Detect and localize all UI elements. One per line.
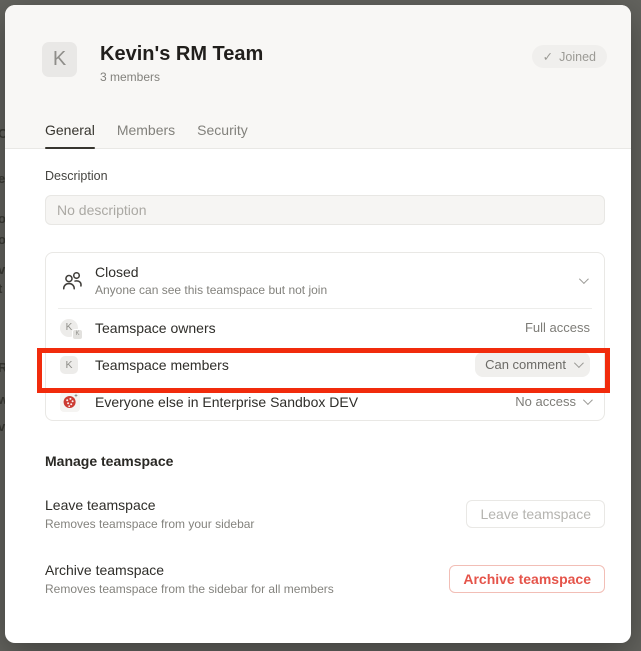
archive-teamspace-text: Archive teamspace Removes teamspace from…	[45, 561, 334, 596]
modal-header: K Kevin's RM Team 3 members ✓ Joined Gen…	[5, 5, 631, 149]
description-label: Description	[45, 169, 605, 185]
archive-teamspace-item: Archive teamspace Removes teamspace from…	[45, 561, 605, 596]
everyone-access-text: No access	[515, 394, 576, 409]
tab-bar: General Members Security	[45, 122, 248, 148]
owners-access-text: Full access	[525, 320, 590, 335]
owner-avatar-badge: K	[72, 329, 83, 340]
permission-level-row[interactable]: Closed Anyone can see this teamspace but…	[46, 253, 604, 308]
description-input[interactable]	[45, 195, 605, 225]
teamspace-settings-modal: K Kevin's RM Team 3 members ✓ Joined Gen…	[5, 5, 631, 643]
permission-level-title: Closed	[95, 264, 327, 280]
everyone-else-row: Everyone else in Enterprise Sandbox DEV …	[46, 383, 604, 420]
archive-teamspace-subtitle: Removes teamspace from the sidebar for a…	[45, 582, 334, 596]
permission-level-text: Closed Anyone can see this teamspace but…	[95, 264, 327, 297]
leave-teamspace-title: Leave teamspace	[45, 496, 254, 514]
members-avatar: K	[60, 356, 82, 374]
owners-access-level: Full access	[525, 320, 590, 335]
title-block: Kevin's RM Team 3 members	[100, 42, 263, 84]
leave-teamspace-text: Leave teamspace Removes teamspace from y…	[45, 496, 254, 531]
manage-teamspace-heading: Manage teamspace	[45, 453, 605, 471]
members-row-label: Teamspace members	[95, 357, 229, 373]
joined-label: Joined	[559, 50, 596, 64]
member-avatar: K	[60, 356, 78, 374]
owners-row-label: Teamspace owners	[95, 320, 216, 336]
check-icon: ✓	[543, 49, 553, 64]
chevron-down-icon	[583, 395, 593, 405]
permission-level-subtitle: Anyone can see this teamspace but not jo…	[95, 283, 327, 297]
owners-avatar-stack: K K	[60, 319, 82, 337]
members-access-text: Can comment	[485, 357, 566, 372]
everyone-else-label: Everyone else in Enterprise Sandbox DEV	[95, 394, 358, 410]
teamspace-avatar: K	[42, 42, 77, 77]
workspace-icon-wrap	[60, 392, 82, 412]
backdrop-text-fragment: t	[0, 281, 2, 296]
tab-general[interactable]: General	[45, 122, 95, 148]
tab-security[interactable]: Security	[197, 122, 248, 148]
everyone-access-dropdown[interactable]: No access	[515, 394, 590, 409]
teamspace-owners-row: K K Teamspace owners Full access	[46, 309, 604, 346]
modal-body: Description Closed Anyone can see this t…	[5, 169, 631, 596]
members-access-dropdown[interactable]: Can comment	[475, 352, 590, 377]
leave-teamspace-item: Leave teamspace Removes teamspace from y…	[45, 496, 605, 531]
chevron-down-icon	[579, 274, 589, 284]
teamspace-avatar-letter: K	[53, 48, 66, 71]
teamspace-members-row: K Teamspace members Can comment	[46, 346, 604, 383]
joined-badge[interactable]: ✓ Joined	[532, 45, 607, 68]
leave-teamspace-subtitle: Removes teamspace from your sidebar	[45, 517, 254, 531]
archive-teamspace-button[interactable]: Archive teamspace	[449, 565, 605, 593]
member-count: 3 members	[100, 70, 263, 84]
permissions-card: Closed Anyone can see this teamspace but…	[45, 252, 605, 421]
header-top: K Kevin's RM Team 3 members ✓ Joined	[5, 5, 631, 84]
workspace-icon	[60, 392, 80, 412]
leave-teamspace-button[interactable]: Leave teamspace	[466, 500, 605, 528]
teamspace-title: Kevin's RM Team	[100, 42, 263, 67]
archive-teamspace-title: Archive teamspace	[45, 561, 334, 579]
tab-members[interactable]: Members	[117, 122, 175, 148]
people-icon	[60, 270, 84, 291]
chevron-down-icon	[574, 358, 584, 368]
